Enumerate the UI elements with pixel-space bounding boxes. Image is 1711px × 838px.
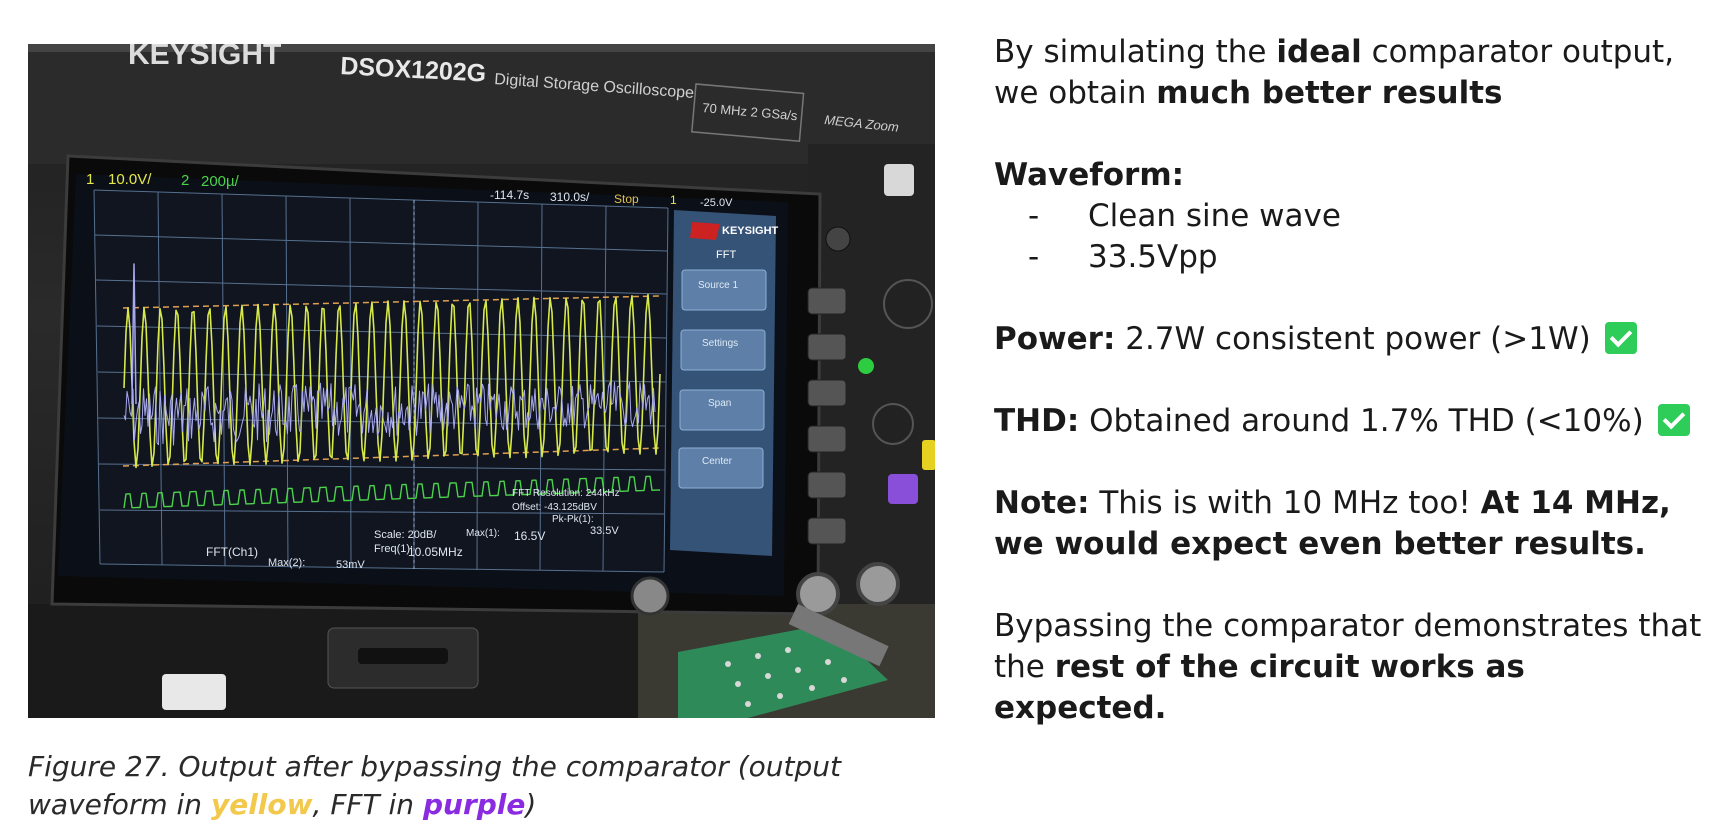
ch1-scale: 10.0V/	[108, 171, 152, 188]
time-offset: -114.7s	[490, 188, 529, 202]
bypass-paragraph: Bypassing the comparator demonstrates th…	[994, 606, 1704, 729]
checkmark-icon	[1657, 404, 1690, 436]
pkpk-label: Pk-Pk(1):	[552, 514, 594, 525]
oscilloscope-photo: KEYSIGHT DSOX1202G Digital Storage Oscil…	[28, 44, 935, 718]
caption-purple-word: purple	[422, 788, 526, 821]
oscilloscope-illustration: KEYSIGHT DSOX1202G Digital Storage Oscil…	[28, 44, 935, 718]
time-scale: 310.0s/	[550, 190, 590, 204]
softkey-span: Span	[708, 398, 731, 409]
caption-text-end: )	[525, 788, 537, 821]
note-text: This is with 10 MHz too!	[1089, 485, 1481, 521]
thd-line: THD: Obtained around 1.7% THD (<10%)	[994, 401, 1704, 442]
softkey-source: Source 1	[698, 280, 738, 291]
softkey-center: Center	[702, 456, 733, 467]
trigger-source: 1	[670, 193, 677, 207]
softkey-settings: Settings	[702, 338, 738, 349]
bypass-bold: rest of the circuit works as expected.	[994, 649, 1525, 726]
caption-yellow-word: yellow	[210, 788, 313, 821]
waveform-item-vpp: 33.5Vpp	[1088, 239, 1218, 275]
fft-resolution: FFT Resolution: 244kHz	[512, 488, 620, 499]
freq-value: 10.05MHz	[408, 545, 463, 559]
ch2-label: 2	[181, 172, 189, 189]
max1-value: 16.5V	[514, 529, 545, 543]
pkpk-value: 33.5V	[590, 525, 619, 537]
intro-bold-results: much better results	[1156, 75, 1503, 111]
intro-bold-ideal: ideal	[1276, 34, 1362, 70]
brand-label: KEYSIGHT	[128, 44, 281, 71]
power-line: Power: 2.7W consistent power (>1W)	[994, 319, 1704, 360]
waveform-heading: Waveform:	[994, 155, 1704, 196]
thd-label: THD:	[994, 403, 1080, 439]
caption-text-middle: , FFT in	[312, 788, 423, 821]
intro-text-1: By simulating the	[994, 34, 1277, 70]
trigger-level: -25.0V	[700, 197, 733, 209]
power-text: 2.7W consistent power (>1W)	[1115, 321, 1591, 357]
waveform-label: Waveform:	[994, 157, 1185, 193]
fft-offset: Offset: -43.125dBV	[512, 502, 597, 513]
ch2-scale: 200µ/	[201, 173, 240, 190]
list-item: - Clean sine wave	[1028, 198, 1341, 234]
note-label: Note:	[994, 485, 1090, 521]
power-label: Power:	[994, 321, 1116, 357]
checkmark-icon	[1604, 322, 1637, 354]
fft-channel: FFT(Ch1)	[206, 545, 258, 559]
waveform-list: - Clean sine wave -33.5Vpp	[994, 196, 1704, 278]
max2-value: 53mV	[336, 559, 365, 571]
run-state: Stop	[614, 192, 639, 206]
note-paragraph: Note: This is with 10 MHz too! At 14 MHz…	[994, 483, 1704, 565]
figure-caption: Figure 27. Output after bypassing the co…	[28, 748, 928, 824]
menu-title: FFT	[716, 249, 736, 261]
intro-paragraph: By simulating the ideal comparator outpu…	[994, 32, 1704, 114]
results-text: By simulating the ideal comparator outpu…	[994, 32, 1704, 729]
max1-label: Max(1):	[466, 528, 500, 539]
menu-brand: KEYSIGHT	[722, 225, 779, 237]
list-item: -33.5Vpp	[1028, 239, 1218, 275]
fft-scale: Scale: 20dB/	[374, 529, 437, 541]
thd-text: Obtained around 1.7% THD (<10%)	[1079, 403, 1644, 439]
ch1-label: 1	[86, 171, 94, 188]
waveform-item-clean: Clean sine wave	[1088, 198, 1341, 234]
max2-label: Max(2):	[268, 557, 305, 569]
